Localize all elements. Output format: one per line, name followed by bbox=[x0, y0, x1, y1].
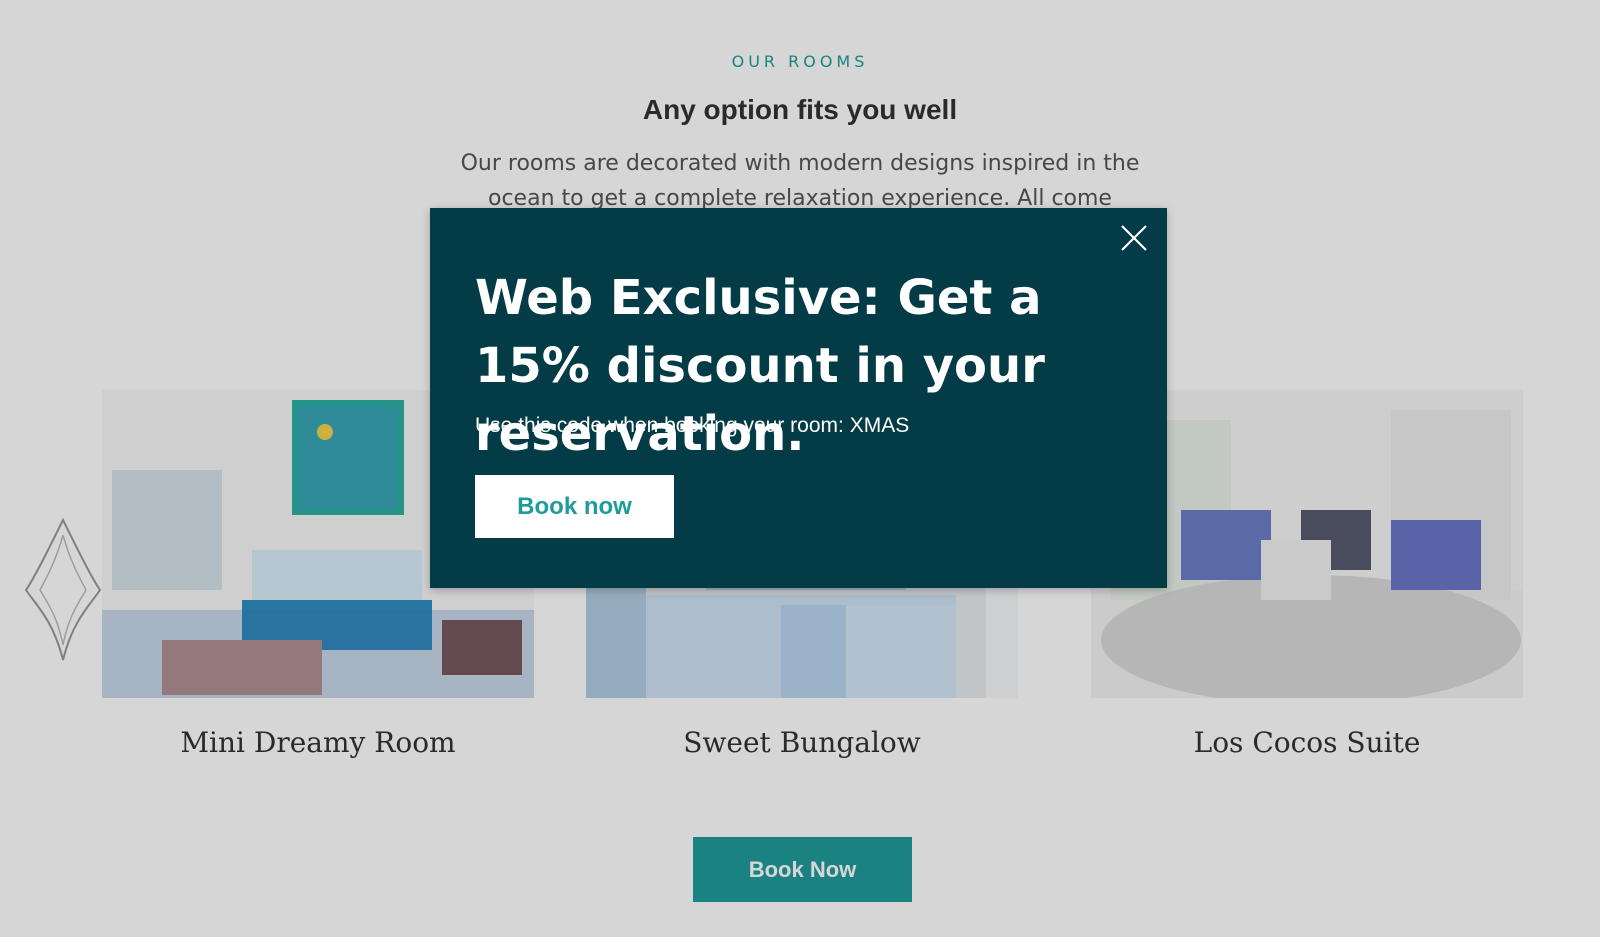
close-icon[interactable] bbox=[1118, 222, 1150, 254]
promo-modal: Web Exclusive: Get a 15% discount in you… bbox=[430, 208, 1167, 588]
modal-subtitle: Use this code when booking your room: XM… bbox=[475, 414, 910, 437]
modal-book-button[interactable]: Book now bbox=[475, 475, 674, 538]
